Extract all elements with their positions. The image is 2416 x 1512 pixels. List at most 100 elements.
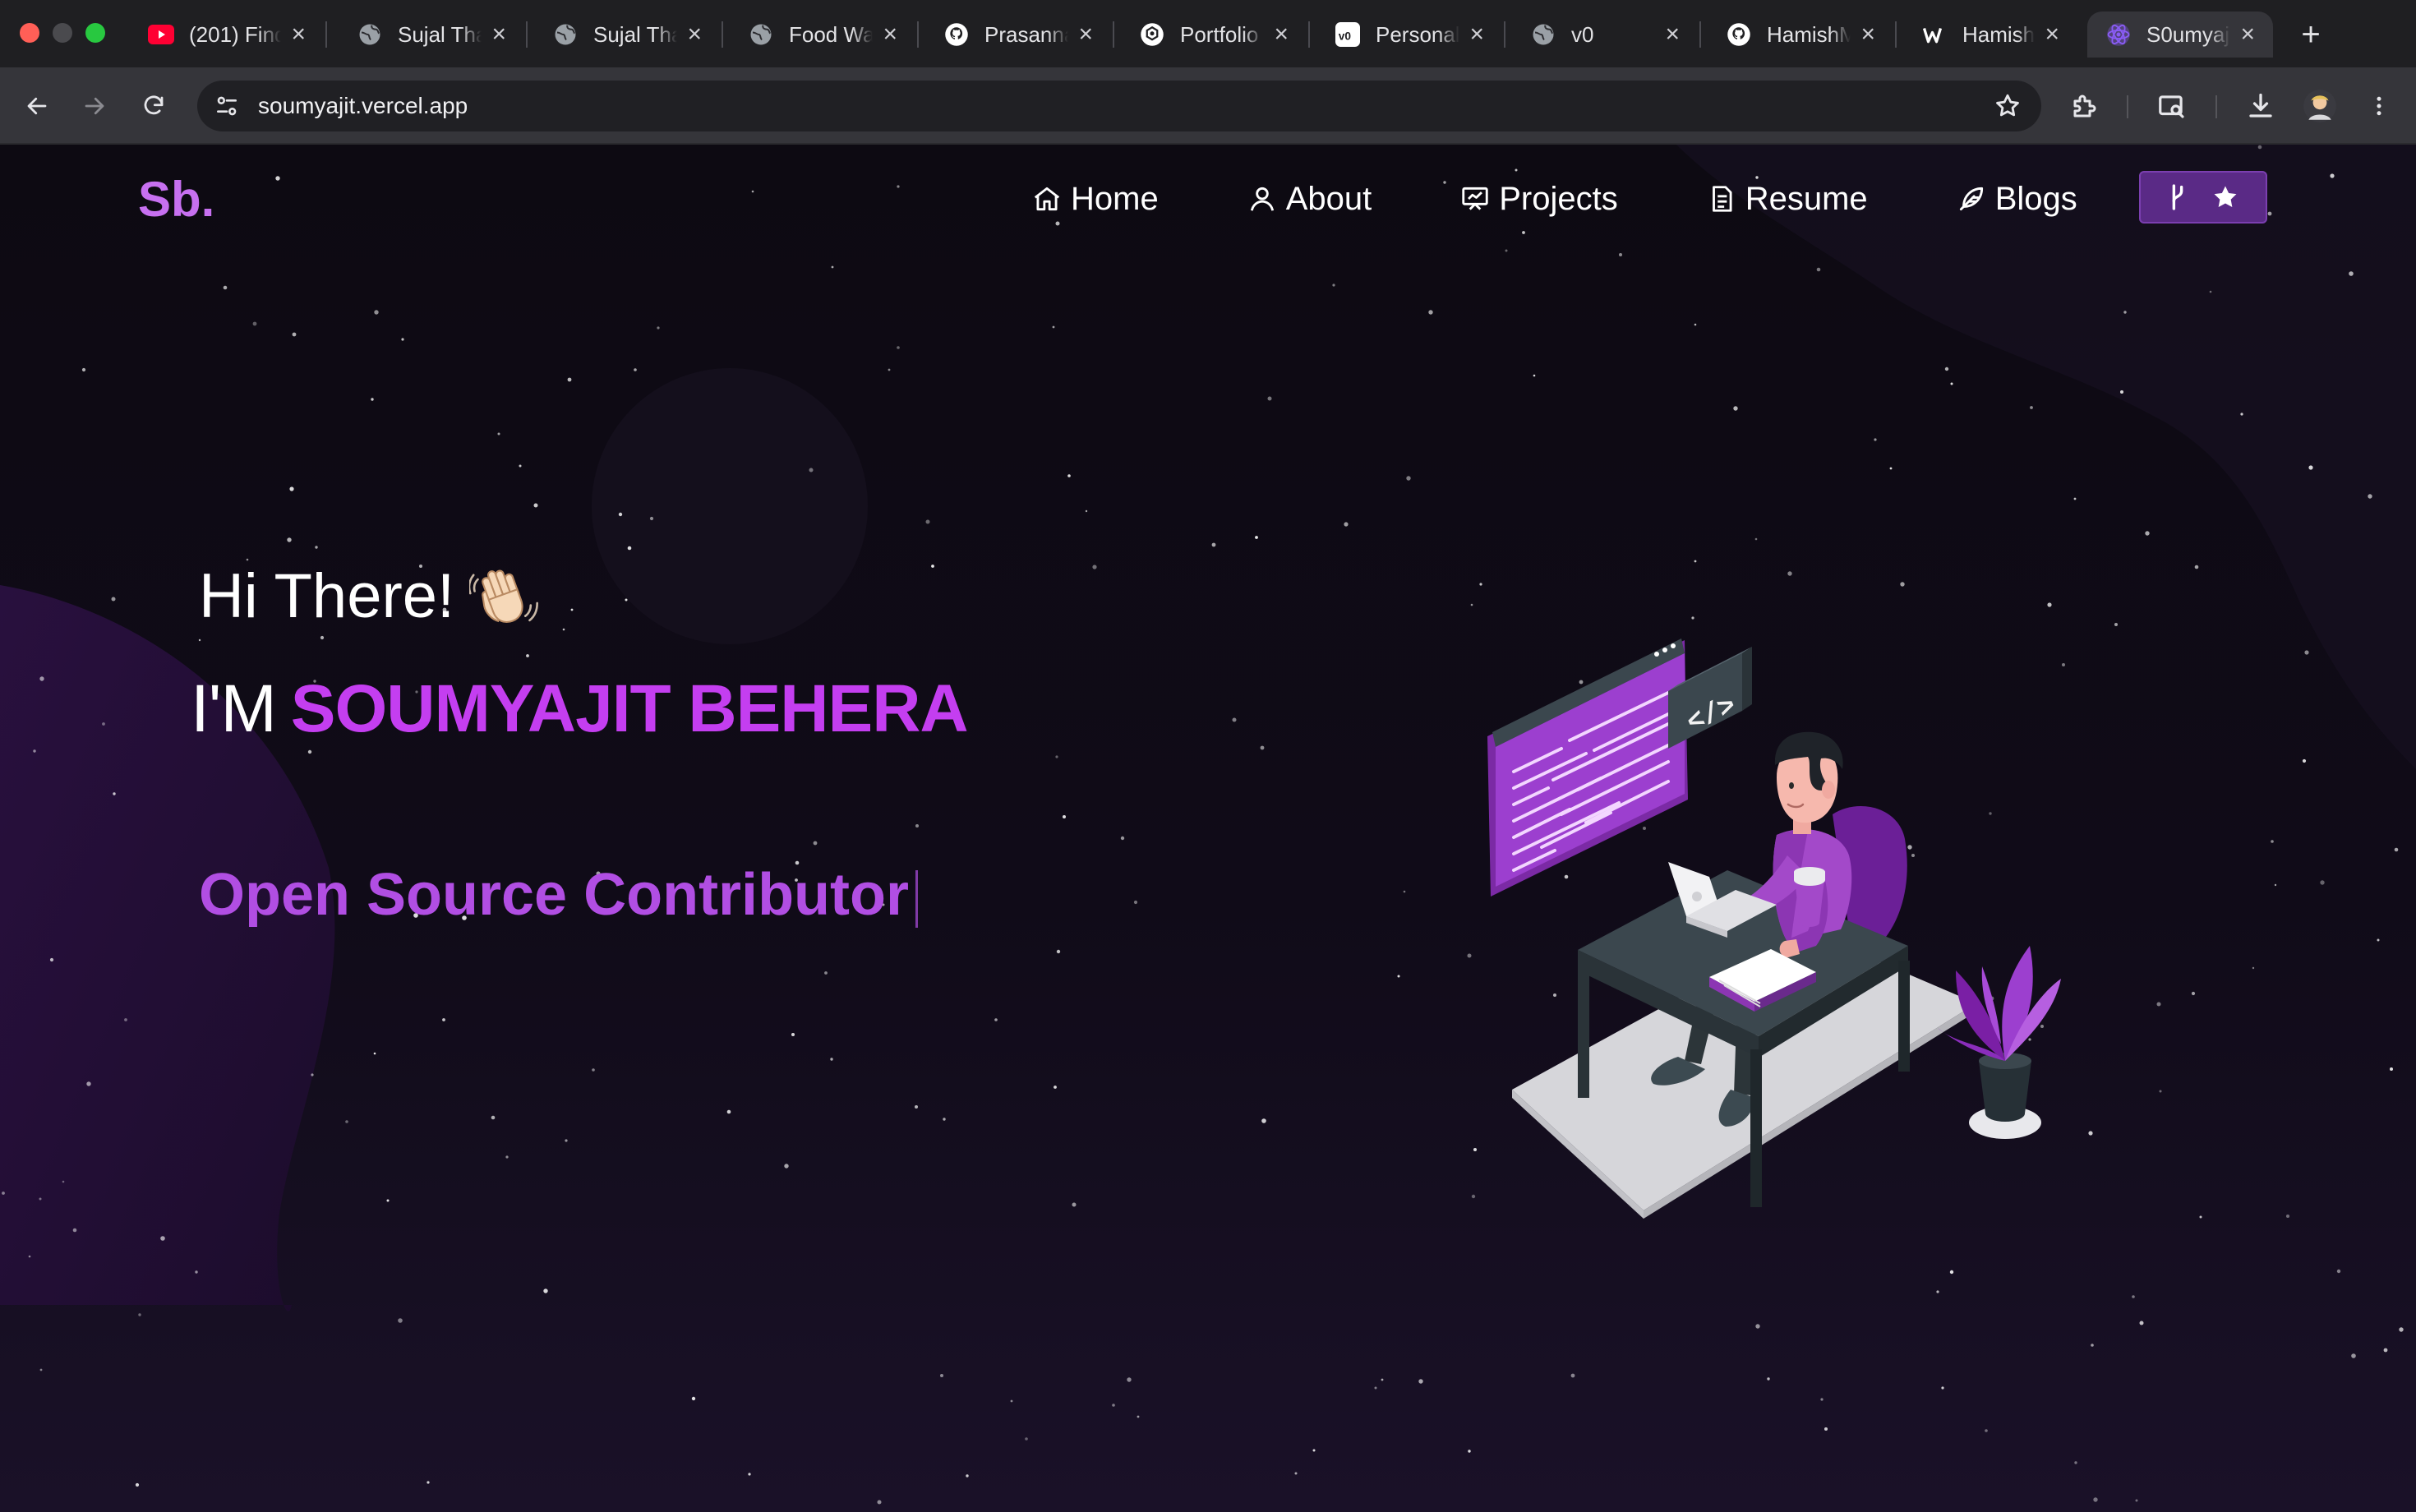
close-tab-icon[interactable]: × <box>1078 22 1093 47</box>
downloads-button[interactable] <box>2240 85 2281 127</box>
main-nav: Home About Projects Resume Blogs <box>1031 173 2077 225</box>
arrow-right-icon <box>85 97 104 115</box>
browser-tab[interactable]: Portfolio × <box>1121 12 1307 58</box>
tab-separator <box>1895 21 1897 48</box>
close-tab-icon[interactable]: × <box>883 22 897 47</box>
reload-button[interactable] <box>133 85 174 127</box>
browser-tab-title: Sujal Thakur <box>593 21 678 47</box>
nav-resume[interactable]: Resume <box>1706 173 1868 225</box>
vercel-icon: v0 <box>1335 21 1361 48</box>
hero-intro-prefix: I'M <box>191 671 277 746</box>
close-window-button[interactable] <box>20 23 39 43</box>
user-icon <box>1250 187 1274 211</box>
browser-tab-strip: (201) Find×Sujal Thakur×Sujal Thakur×Foo… <box>0 0 2416 67</box>
github-icon <box>943 21 970 48</box>
browser-tab[interactable]: v0 × <box>1512 12 1698 58</box>
browser-tab-title: v0 <box>1571 21 1594 47</box>
hero-greeting: Hi There! <box>199 560 539 632</box>
tab-separator <box>722 21 723 48</box>
browser-tab[interactable]: S0umyajit × <box>2087 12 2273 58</box>
tab-separator <box>1504 21 1505 48</box>
browser-tab-title: HamishMW <box>1767 21 1851 47</box>
toolbar-divider <box>2215 95 2217 118</box>
browser-tab[interactable]: Hamish W × <box>1903 12 2077 58</box>
hero-intro: I'M SOUMYAJIT BEHERA <box>191 671 969 748</box>
close-tab-icon[interactable]: × <box>687 22 702 47</box>
openai-icon <box>1139 21 1165 48</box>
globe-icon <box>357 21 383 48</box>
close-tab-icon[interactable]: × <box>2045 22 2059 47</box>
nav-about[interactable]: About <box>1247 173 1372 225</box>
hero-typewriter: Open Source Contributor <box>199 861 918 929</box>
github-icon <box>1726 21 1752 48</box>
browser-toolbar: soumyajit.vercel.app <box>0 67 2416 145</box>
nav-blogs-label: Blogs <box>1994 180 2077 217</box>
minimize-window-button[interactable] <box>53 23 72 43</box>
back-button[interactable] <box>16 85 58 127</box>
reload-icon <box>144 95 164 115</box>
globe-icon <box>748 21 774 48</box>
nav-home[interactable]: Home <box>1031 173 1159 225</box>
bookmark-star-icon[interactable] <box>1994 92 2022 120</box>
developer-at-desk-illustration: </> <box>1487 638 2061 1219</box>
close-tab-icon[interactable]: × <box>2240 22 2255 47</box>
browser-tab[interactable]: Food Waste × <box>730 12 915 58</box>
puzzle-icon <box>2073 94 2096 118</box>
browser-tab[interactable]: (201) Find × <box>130 12 324 58</box>
typing-cursor <box>915 869 918 928</box>
browser-tab[interactable]: Sujal Thakur × <box>339 12 524 58</box>
forward-button[interactable] <box>74 85 115 127</box>
profile-avatar[interactable] <box>2299 85 2340 127</box>
browser-tab[interactable]: v0 Personal × <box>1316 12 1502 58</box>
tab-separator <box>1308 21 1310 48</box>
tab-separator <box>917 21 919 48</box>
close-tab-icon[interactable]: × <box>1860 22 1875 47</box>
extensions-button[interactable] <box>2064 85 2105 127</box>
tab-search-button[interactable] <box>2151 85 2192 127</box>
nav-resume-label: Resume <box>1745 180 1868 217</box>
hero-greeting-text: Hi There! <box>199 561 455 631</box>
nav-projects-label: Projects <box>1499 180 1618 217</box>
download-icon <box>2249 93 2272 118</box>
more-vertical-icon <box>2377 96 2381 116</box>
w-icon <box>1921 21 1948 48</box>
address-bar[interactable]: soumyajit.vercel.app <box>197 81 2041 131</box>
browser-tab[interactable]: HamishMW × <box>1708 12 1893 58</box>
browser-tab-title: Personal <box>1376 21 1460 47</box>
avatar-icon <box>2303 90 2336 122</box>
close-tab-icon[interactable]: × <box>291 22 306 47</box>
nav-blogs[interactable]: Blogs <box>1956 173 2077 225</box>
react-icon <box>2105 21 2132 48</box>
hero-role: Open Source Contributor <box>199 862 909 928</box>
presentation-icon <box>1462 187 1488 210</box>
close-tab-icon[interactable]: × <box>1665 22 1680 47</box>
browser-tab-title: S0umyajit <box>2146 21 2230 47</box>
close-tab-icon[interactable]: × <box>1274 22 1289 47</box>
browser-tab[interactable]: Prasanna × <box>925 12 1111 58</box>
nav-home-label: Home <box>1071 180 1159 217</box>
browser-tab-title: Sujal Thakur <box>398 21 482 47</box>
tab-separator <box>526 21 528 48</box>
home-icon <box>1034 187 1060 211</box>
new-tab-button[interactable]: + <box>2288 12 2334 58</box>
close-tab-icon[interactable]: × <box>491 22 506 47</box>
nav-projects[interactable]: Projects <box>1459 173 1618 225</box>
browser-tab-title: Food Waste <box>789 21 874 47</box>
close-tab-icon[interactable]: × <box>1469 22 1484 47</box>
browser-menu-button[interactable] <box>2358 85 2400 127</box>
address-url[interactable]: soumyajit.vercel.app <box>258 93 468 119</box>
youtube-icon <box>148 21 174 48</box>
maximize-window-button[interactable] <box>85 23 105 43</box>
feather-icon <box>1959 187 1983 211</box>
star-icon <box>2214 186 2237 208</box>
browser-tab[interactable]: Sujal Thakur × <box>534 12 720 58</box>
site-logo[interactable]: Sb. <box>138 171 214 228</box>
tab-separator <box>1113 21 1114 48</box>
waving-hand-icon <box>469 569 539 623</box>
github-star-button[interactable] <box>2139 171 2267 224</box>
tab-search-icon <box>2159 95 2184 118</box>
globe-icon <box>1530 21 1556 48</box>
browser-tab-title: (201) Find <box>189 21 282 47</box>
site-settings-icon[interactable] <box>214 93 240 119</box>
fork-icon <box>2172 184 2183 210</box>
